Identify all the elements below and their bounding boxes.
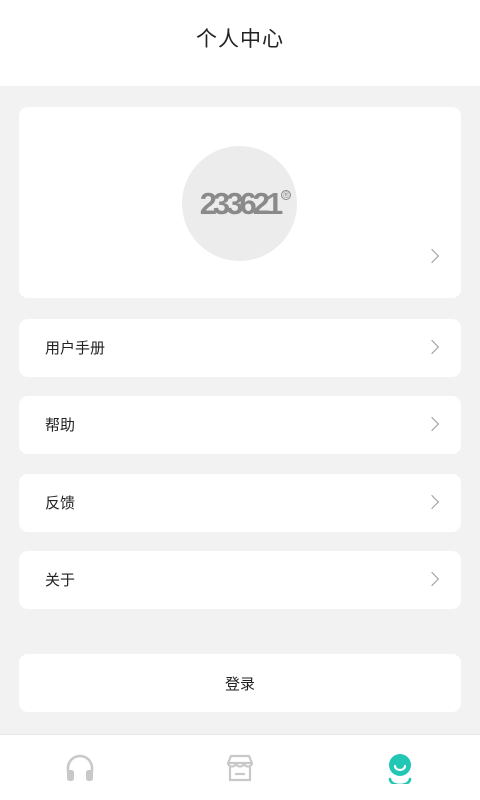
- menu-item-help[interactable]: 帮助: [19, 396, 461, 454]
- avatar-logo: 233621 ®: [199, 185, 292, 222]
- avatar[interactable]: 233621 ®: [182, 146, 297, 261]
- chevron-right-icon: [424, 248, 440, 264]
- avatar-logo-text: 233621: [199, 185, 283, 221]
- menu-item-feedback[interactable]: 反馈: [19, 474, 461, 532]
- menu-item-label: 用户手册: [45, 339, 106, 357]
- profile-card[interactable]: 233621 ®: [19, 107, 461, 298]
- store-icon: [226, 754, 254, 782]
- tab-listen[interactable]: [0, 735, 160, 800]
- chevron-right-icon: [424, 416, 440, 432]
- menu-item-label: 反馈: [45, 494, 76, 512]
- bottom-tab-bar: [0, 734, 480, 800]
- registered-mark: ®: [281, 189, 292, 200]
- chevron-right-icon: [424, 571, 440, 587]
- chevron-right-icon: [424, 494, 440, 510]
- header: 个人中心: [0, 0, 480, 86]
- chevron-right-icon: [424, 339, 440, 355]
- menu-item-about[interactable]: 关于: [19, 551, 461, 609]
- menu-item-label: 帮助: [45, 416, 76, 434]
- headphones-icon: [66, 754, 94, 781]
- profile-face-icon: [388, 754, 412, 784]
- login-button[interactable]: 登录: [19, 654, 461, 712]
- menu-item-label: 关于: [45, 571, 76, 589]
- tab-store[interactable]: [160, 735, 320, 800]
- tab-profile[interactable]: [320, 735, 480, 800]
- page-title: 个人中心: [196, 27, 284, 51]
- menu-item-user-manual[interactable]: 用户手册: [19, 319, 461, 377]
